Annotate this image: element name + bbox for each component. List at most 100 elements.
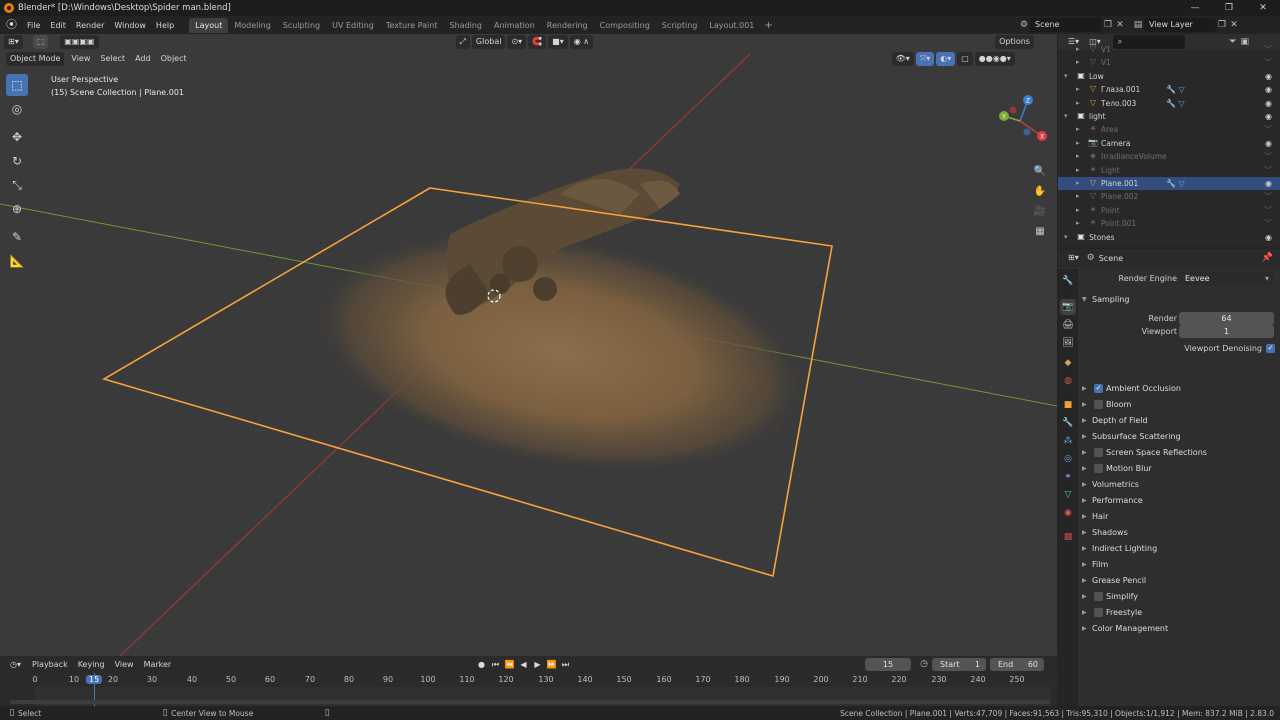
view-layer-field[interactable]: View Layer <box>1144 17 1216 32</box>
outliner-row[interactable]: ▸ ▽ V1 ﹀ <box>1058 43 1280 56</box>
render-panel-header[interactable]: ▶ Motion Blur <box>1078 462 1280 476</box>
outliner-row[interactable]: ▸ ☀ Point ﹀ <box>1058 204 1280 217</box>
outliner-row[interactable]: ▸ ☀ Light ﹀ <box>1058 164 1280 177</box>
expand-arrow-icon[interactable]: ▾ <box>1064 231 1068 244</box>
options-dropdown[interactable]: Options <box>995 35 1034 49</box>
prev-keyframe-icon[interactable]: ⏪ <box>503 658 516 671</box>
object-tab-icon[interactable]: ■ <box>1060 397 1076 413</box>
eye-icon[interactable]: ◉ <box>1265 70 1272 83</box>
play-reverse-icon[interactable]: ◀ <box>517 658 530 671</box>
rotate-tool-icon[interactable]: ↻ <box>6 150 28 172</box>
jump-end-icon[interactable]: ⏭ <box>559 658 572 671</box>
menu-render[interactable]: Render <box>71 21 109 30</box>
collapse-arrow-icon[interactable]: ▸ <box>1076 217 1080 230</box>
transform-orientation-dropdown[interactable]: Global <box>471 35 506 49</box>
render-panel-header[interactable]: ▶ Hair <box>1078 510 1280 524</box>
tab-texture-paint[interactable]: Texture Paint <box>380 18 444 33</box>
add-workspace-button[interactable]: + <box>760 20 776 31</box>
select-box-tool-icon[interactable]: ⬚ <box>6 74 28 96</box>
panel-enable-checkbox[interactable]: ✓ <box>1094 384 1103 393</box>
texture-tab-icon[interactable]: ▩ <box>1060 529 1076 545</box>
render-panel-header[interactable]: ▶ Depth of Field <box>1078 414 1280 428</box>
timeline-menu-keying[interactable]: Keying <box>73 660 110 669</box>
viewport-samples-field[interactable]: 1 <box>1179 325 1274 338</box>
viewport-denoising-checkbox[interactable]: ✓ <box>1266 344 1275 353</box>
render-panel-header[interactable]: ▶ Indirect Lighting <box>1078 542 1280 556</box>
collapse-arrow-icon[interactable]: ▸ <box>1076 204 1080 217</box>
viewport-menu-view[interactable]: View <box>66 54 95 63</box>
render-panel-header[interactable]: ▶ Screen Space Reflections <box>1078 446 1280 460</box>
tab-layout-001[interactable]: Layout.001 <box>703 18 760 33</box>
cursor-tool-icon[interactable]: ◎ <box>6 98 28 120</box>
eye-icon[interactable]: ◉ <box>1265 83 1272 96</box>
outliner-row[interactable]: ▸ ▽ Глаза.001 🔧 ▽ ◉ <box>1058 83 1280 96</box>
menu-file[interactable]: File <box>22 21 45 30</box>
modifier-data-badge-icon[interactable]: 🔧 ▽ <box>1166 177 1185 190</box>
timeline-menu-view[interactable]: View <box>110 660 139 669</box>
tab-compositing[interactable]: Compositing <box>594 18 656 33</box>
close-button[interactable]: ✕ <box>1246 0 1280 16</box>
timeline-scrollbar[interactable] <box>10 700 1050 704</box>
material-tab-icon[interactable]: ◉ <box>1060 505 1076 521</box>
proportional-edit-icon[interactable]: ◉ ∧ <box>569 35 594 49</box>
xray-icon[interactable]: ▢ <box>957 51 973 66</box>
constraints-tab-icon[interactable]: ⚭ <box>1060 469 1076 485</box>
panel-enable-checkbox[interactable] <box>1094 448 1103 457</box>
outliner-row[interactable]: ▸ ▽ Plane.002 ﹀ <box>1058 190 1280 203</box>
maximize-button[interactable]: ❐ <box>1212 0 1246 16</box>
panel-enable-checkbox[interactable] <box>1094 592 1103 601</box>
record-icon[interactable]: ● <box>475 658 488 671</box>
tab-uv-editing[interactable]: UV Editing <box>326 18 380 33</box>
particles-tab-icon[interactable]: ⁂ <box>1060 433 1076 449</box>
gizmo-toggle-icon[interactable]: ⤧▾ <box>915 51 935 66</box>
viewport-scene[interactable] <box>0 34 1057 656</box>
select-mode-icons[interactable]: ▣▣▣▣ <box>60 35 99 49</box>
panel-enable-checkbox[interactable] <box>1094 608 1103 617</box>
outliner-row[interactable]: ▾ ▣ Stones ◉ <box>1058 231 1280 244</box>
hidden-eye-icon[interactable]: ﹀ <box>1264 150 1272 163</box>
snap-icon[interactable]: 🧲 <box>528 35 547 49</box>
navigation-gizmo[interactable]: Z Y X <box>990 86 1050 156</box>
render-panel-header[interactable]: ▶ Shadows <box>1078 526 1280 540</box>
expand-arrow-icon[interactable]: ▾ <box>1064 70 1068 83</box>
outliner-row[interactable]: ▾ ▣ light ◉ <box>1058 110 1280 123</box>
camera-view-icon[interactable]: 🎥 <box>1032 204 1048 220</box>
render-samples-field[interactable]: 64 <box>1179 312 1274 325</box>
jump-start-icon[interactable]: ⏮ <box>489 658 502 671</box>
outliner-row[interactable]: ▾ ▣ Low ◉ <box>1058 70 1280 83</box>
collapse-arrow-icon[interactable]: ▸ <box>1076 123 1080 136</box>
outliner-row[interactable]: ▸ ▽ V1 ﹀ <box>1058 56 1280 69</box>
timeline[interactable]: ◷▾ Playback Keying View Marker ● ⏮ ⏪ ◀ ▶… <box>0 656 1057 706</box>
tab-layout[interactable]: Layout <box>189 17 229 33</box>
tab-shading[interactable]: Shading <box>443 18 488 33</box>
render-panel-header[interactable]: ▶ Color Management <box>1078 622 1280 636</box>
render-panel-header[interactable]: ▶ Bloom <box>1078 398 1280 412</box>
collapse-arrow-icon[interactable]: ▸ <box>1076 190 1080 203</box>
3d-viewport[interactable]: ⊞▾ ⬚ ▣▣▣▣ ⤢ Global ⊙▾ 🧲 ■▾ ◉ ∧ Options O… <box>0 34 1057 656</box>
render-panel-header[interactable]: ▶ Subsurface Scattering <box>1078 430 1280 444</box>
timeline-menu-playback[interactable]: Playback <box>27 660 73 669</box>
menu-help[interactable]: Help <box>151 21 179 30</box>
hidden-eye-icon[interactable]: ﹀ <box>1264 123 1272 136</box>
viewport-menu-select[interactable]: Select <box>95 54 130 63</box>
measure-tool-icon[interactable]: 📐 <box>6 250 28 272</box>
data-tab-icon[interactable]: ▽ <box>1060 487 1076 503</box>
overlay-toggle-icon[interactable]: ◐▾ <box>936 51 956 66</box>
eye-icon[interactable]: ◉ <box>1265 231 1272 244</box>
pin-icon[interactable]: 📌 <box>1261 252 1273 264</box>
physics-tab-icon[interactable]: ◎ <box>1060 451 1076 467</box>
hidden-eye-icon[interactable]: ﹀ <box>1264 204 1272 217</box>
end-frame-field[interactable]: End 60 <box>990 658 1044 671</box>
render-panel-header[interactable]: ▶ Grease Pencil <box>1078 574 1280 588</box>
tab-scripting[interactable]: Scripting <box>656 18 704 33</box>
viewport-menu-object[interactable]: Object <box>156 54 192 63</box>
collapse-arrow-icon[interactable]: ▸ <box>1076 150 1080 163</box>
hidden-eye-icon[interactable]: ﹀ <box>1264 217 1272 230</box>
scale-tool-icon[interactable]: ⤡ <box>6 174 28 196</box>
start-frame-field[interactable]: Start 1 <box>932 658 986 671</box>
timeline-track-area[interactable] <box>0 673 1057 706</box>
modifier-data-badge-icon[interactable]: 🔧 ▽ <box>1166 97 1185 110</box>
new-view-layer-icon[interactable]: ❐ <box>1216 19 1228 31</box>
play-icon[interactable]: ▶ <box>531 658 544 671</box>
tab-rendering[interactable]: Rendering <box>541 18 594 33</box>
